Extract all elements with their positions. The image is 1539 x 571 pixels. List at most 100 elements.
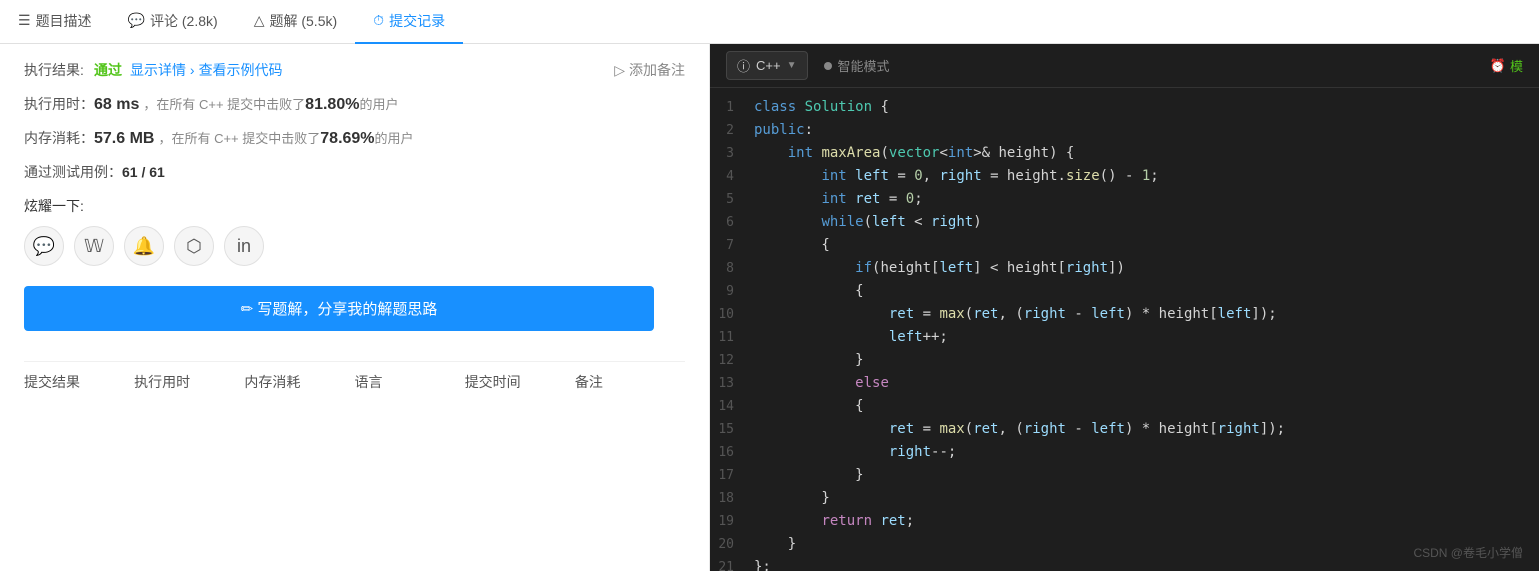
result-status: 通过	[94, 60, 122, 80]
line-code: left++;	[754, 326, 948, 348]
line-code: else	[754, 372, 889, 394]
line-number: 17	[718, 464, 754, 487]
exec-time-value: 68 ms	[94, 96, 139, 114]
memory-desc2: 的用户	[375, 128, 414, 147]
tab-comments[interactable]: 💬 评论 (2.8k)	[110, 0, 236, 44]
result-label: 执行结果:	[24, 60, 94, 80]
code-line: 2public:	[710, 119, 1539, 142]
line-number: 16	[718, 441, 754, 464]
memory-label: 内存消耗：	[24, 128, 94, 148]
line-code: if(height[left] < height[right])	[754, 257, 1125, 279]
table-header: 提交结果 执行用时 内存消耗 语言 提交时间 备注	[24, 361, 685, 402]
bell-icon: 🔔	[133, 236, 155, 257]
language-selector[interactable]: ⓘ C++ ▼	[726, 51, 808, 80]
line-code: return ret;	[754, 510, 914, 532]
col-note: 备注	[575, 372, 685, 392]
share-linkedin-btn[interactable]: in	[224, 226, 264, 266]
write-solution-button[interactable]: ✏ 写题解，分享我的解题思路	[24, 286, 654, 331]
linkedin-icon: in	[237, 236, 251, 257]
code-line: 12 }	[710, 349, 1539, 372]
share-weibo-btn[interactable]: 𝕎	[74, 226, 114, 266]
code-line: 14 {	[710, 395, 1539, 418]
code-line: 8 if(height[left] < height[right])	[710, 257, 1539, 280]
douban-icon: ⬡	[186, 236, 202, 257]
line-code: }	[754, 464, 864, 486]
line-number: 21	[718, 556, 754, 571]
share-douban-btn[interactable]: ⬡	[174, 226, 214, 266]
code-line: 13 else	[710, 372, 1539, 395]
chevron-down-icon: ▼	[787, 60, 797, 71]
line-code: class Solution {	[754, 96, 889, 118]
smart-mode-dot	[824, 62, 832, 70]
line-number: 1	[718, 96, 754, 119]
line-code: {	[754, 395, 864, 417]
code-container: 1class Solution {2public:3 int maxArea(v…	[710, 88, 1539, 571]
tab-solutions[interactable]: △ 题解 (5.5k)	[236, 0, 355, 44]
memory-desc: ，在所有 C++ 提交中击败了	[158, 128, 320, 147]
col-result: 提交结果	[24, 372, 134, 392]
show-detail-link[interactable]: 显示详情 ›	[130, 60, 195, 80]
line-number: 18	[718, 487, 754, 510]
exec-time-percent: 81.80%	[305, 96, 359, 114]
test-cases-label: 通过测试用例：	[24, 162, 122, 182]
share-bell-btn[interactable]: 🔔	[124, 226, 164, 266]
add-note-btn[interactable]: ▷ 添加备注	[614, 60, 685, 80]
right-panel: ⓘ C++ ▼ 智能模式 ⏰ 模 1class Solution {2publi…	[710, 44, 1539, 571]
code-line: 1class Solution {	[710, 96, 1539, 119]
line-code: }	[754, 349, 864, 371]
add-note-icon: ▷	[614, 62, 625, 79]
share-icons: 💬 𝕎 🔔 ⬡ in	[24, 226, 685, 266]
line-number: 9	[718, 280, 754, 303]
code-line: 16 right--;	[710, 441, 1539, 464]
share-wechat-btn[interactable]: 💬	[24, 226, 64, 266]
main-area: 执行结果: 通过 显示详情 › 查看示例代码 ▷ 添加备注 执行用时： 68 m…	[0, 44, 1539, 571]
line-number: 20	[718, 533, 754, 556]
tab-description[interactable]: ☰ 题目描述	[0, 0, 110, 44]
submissions-icon: ⏱	[373, 12, 384, 29]
line-code: };	[754, 556, 771, 571]
line-code: }	[754, 533, 796, 555]
view-example-link[interactable]: 查看示例代码	[199, 60, 283, 80]
lang-label: C++	[756, 58, 781, 73]
line-code: }	[754, 487, 830, 509]
line-number: 11	[718, 326, 754, 349]
code-line: 7 {	[710, 234, 1539, 257]
solutions-icon: △	[254, 12, 265, 29]
line-number: 7	[718, 234, 754, 257]
memory-percent: 78.69%	[320, 130, 374, 148]
exec-time-desc: ，在所有 C++ 提交中击败了	[143, 94, 305, 113]
watermark: CSDN @卷毛小学僧	[1413, 544, 1523, 561]
left-panel: 执行结果: 通过 显示详情 › 查看示例代码 ▷ 添加备注 执行用时： 68 m…	[0, 44, 710, 571]
exec-time-label: 执行用时：	[24, 94, 94, 114]
line-number: 6	[718, 211, 754, 234]
description-icon: ☰	[18, 12, 31, 29]
line-code: int maxArea(vector<int>& height) {	[754, 142, 1074, 164]
tab-submissions[interactable]: ⏱ 提交记录	[355, 0, 463, 44]
test-cases-row: 通过测试用例： 61 / 61	[24, 162, 685, 182]
line-number: 8	[718, 257, 754, 280]
share-label: 炫耀一下:	[24, 196, 685, 216]
code-toolbar: ⓘ C++ ▼ 智能模式 ⏰ 模	[710, 44, 1539, 88]
tab-bar: ☰ 题目描述 💬 评论 (2.8k) △ 题解 (5.5k) ⏱ 提交记录	[0, 0, 1539, 44]
code-line: 3 int maxArea(vector<int>& height) {	[710, 142, 1539, 165]
code-line: 17 }	[710, 464, 1539, 487]
code-line: 18 }	[710, 487, 1539, 510]
line-code: ret = max(ret, (right - left) * height[l…	[754, 303, 1277, 325]
line-code: ret = max(ret, (right - left) * height[r…	[754, 418, 1285, 440]
toolbar-right: ⏰ 模	[1490, 56, 1523, 75]
col-lang: 语言	[355, 372, 465, 392]
wechat-icon: 💬	[33, 236, 55, 257]
line-number: 12	[718, 349, 754, 372]
line-code: int left = 0, right = height.size() - 1;	[754, 165, 1159, 187]
line-number: 14	[718, 395, 754, 418]
line-number: 3	[718, 142, 754, 165]
line-code: {	[754, 234, 830, 256]
weibo-icon: 𝕎	[84, 236, 104, 257]
line-number: 5	[718, 188, 754, 211]
code-area[interactable]: 1class Solution {2public:3 int maxArea(v…	[710, 88, 1539, 571]
line-number: 13	[718, 372, 754, 395]
line-number: 4	[718, 165, 754, 188]
code-line: 4 int left = 0, right = height.size() - …	[710, 165, 1539, 188]
line-code: int ret = 0;	[754, 188, 923, 210]
result-row: 执行结果: 通过 显示详情 › 查看示例代码 ▷ 添加备注	[24, 60, 685, 80]
